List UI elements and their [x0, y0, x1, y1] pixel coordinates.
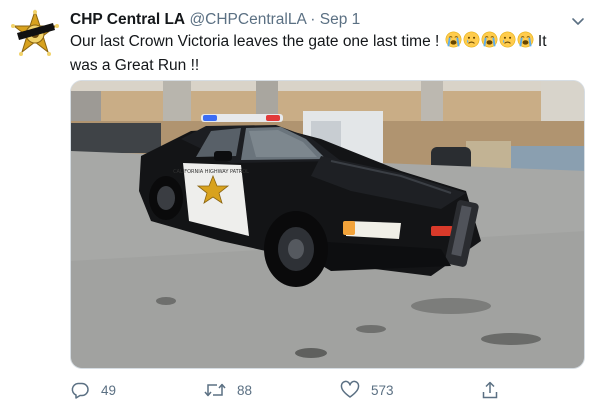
- emoji-row: [444, 31, 534, 55]
- display-name[interactable]: CHP Central LA: [70, 11, 185, 28]
- chevron-down-icon[interactable]: [570, 13, 586, 29]
- tweet-header: CHP Central LA @CHPCentralLA · Sep 1: [70, 10, 590, 30]
- separator-dot: ·: [310, 11, 316, 28]
- like-button[interactable]: 573: [340, 378, 394, 402]
- retweet-icon: [204, 383, 226, 397]
- reply-button[interactable]: 49: [70, 378, 116, 402]
- crying-face-icon: [499, 31, 516, 48]
- loudly-crying-face-icon: [517, 31, 534, 48]
- tweet-text: Our last Crown Victoria leaves the gate …: [70, 31, 590, 77]
- tweet-text-tail: It: [533, 33, 547, 50]
- reply-count: 49: [101, 382, 117, 398]
- loudly-crying-face-icon: [445, 31, 462, 48]
- tweet-card[interactable]: CHP Central LA @CHPCentralLA · Sep 1 Our…: [0, 0, 600, 406]
- tweet-text-line2: was a Great Run !!: [70, 57, 200, 74]
- tweet-text-line1: Our last Crown Victoria leaves the gate …: [70, 33, 440, 50]
- police-car-photo: CALIFORNIA HIGHWAY PATROL: [71, 81, 584, 368]
- loudly-crying-face-icon: [481, 31, 498, 48]
- user-handle[interactable]: @CHPCentralLA: [189, 11, 306, 28]
- tweet-actions: 49 88 573: [70, 378, 590, 402]
- retweet-button[interactable]: 88: [204, 378, 252, 402]
- avatar[interactable]: [10, 9, 60, 59]
- like-count: 573: [371, 382, 394, 398]
- heart-icon: [340, 380, 360, 398]
- door-badge-text: CALIFORNIA HIGHWAY PATROL: [173, 169, 249, 175]
- share-button[interactable]: [480, 378, 511, 402]
- share-icon: [482, 381, 498, 399]
- crying-face-icon: [463, 31, 480, 48]
- chp-badge-icon: [11, 9, 59, 56]
- tweet-date[interactable]: Sep 1: [320, 11, 361, 28]
- tweet-photo[interactable]: CALIFORNIA HIGHWAY PATROL: [70, 80, 585, 369]
- reply-icon: [71, 382, 89, 399]
- retweet-count: 88: [237, 382, 253, 398]
